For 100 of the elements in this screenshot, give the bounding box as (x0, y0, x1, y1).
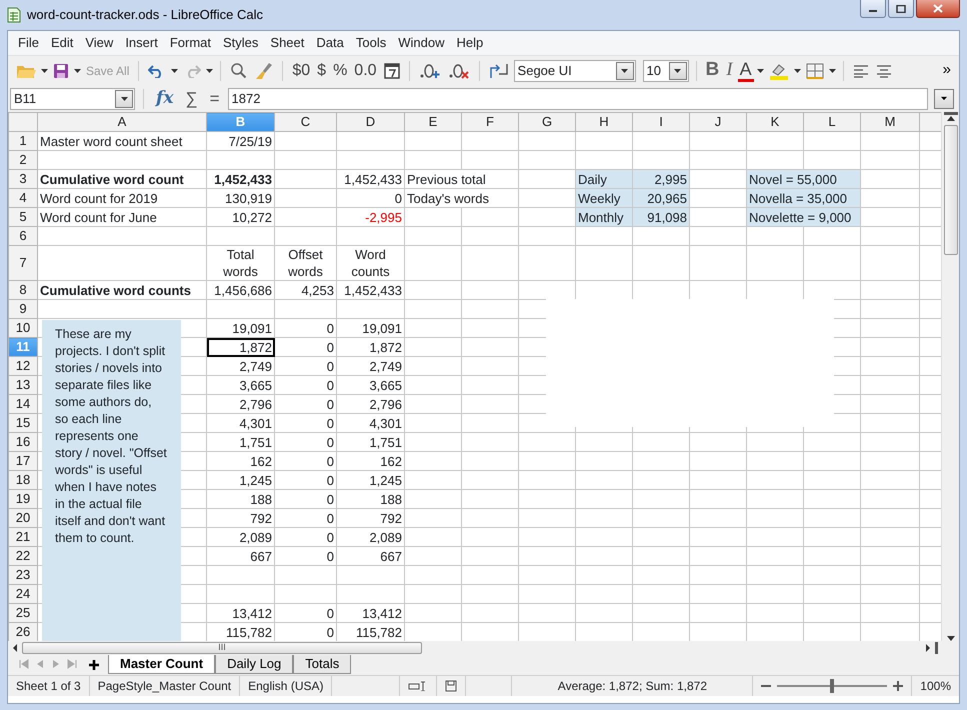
column-header[interactable]: I (632, 112, 690, 132)
row-header[interactable]: 26 (8, 622, 38, 641)
menu-item[interactable]: Sheet (264, 33, 310, 53)
table-cell[interactable]: 20,965 (632, 188, 690, 208)
row-header[interactable]: 3 (8, 170, 38, 188)
table-cell[interactable]: 0 (274, 470, 336, 490)
row-header[interactable]: 20 (8, 508, 38, 528)
scrollbar-thumb[interactable] (944, 125, 958, 255)
table-cell[interactable]: 130,919 (206, 188, 274, 208)
table-cell[interactable]: 1,872 (206, 338, 274, 356)
number-format-button[interactable]: $0 (290, 58, 312, 82)
italic-button[interactable]: I (724, 58, 735, 82)
add-sheet-icon[interactable] (88, 659, 100, 671)
number-format-button[interactable]: 0.0 (352, 58, 379, 82)
table-cell[interactable]: 4,301 (336, 414, 404, 432)
table-cell[interactable]: Novel = 55,000 (746, 170, 860, 188)
caret-icon[interactable] (171, 68, 178, 72)
table-cell[interactable]: Word counts (336, 246, 404, 280)
caret-icon[interactable] (828, 68, 836, 72)
table-cell[interactable]: 2,995 (632, 170, 690, 188)
table-cell[interactable]: -2,995 (336, 208, 404, 226)
caret-icon[interactable] (41, 68, 48, 72)
table-cell[interactable]: 2,749 (206, 356, 274, 376)
scrollbar-thumb[interactable]: III (22, 642, 422, 654)
table-cell[interactable]: 1,452,433 (336, 280, 404, 300)
table-cell[interactable]: 188 (206, 490, 274, 508)
table-cell[interactable]: 7/25/19 (206, 132, 274, 150)
menu-item[interactable]: File (12, 33, 45, 53)
table-cell[interactable]: 792 (206, 508, 274, 528)
row-header[interactable]: 5 (8, 208, 38, 226)
row-header[interactable]: 22 (8, 546, 38, 566)
table-cell[interactable]: 0 (274, 338, 336, 356)
table-cell[interactable]: 0 (274, 394, 336, 414)
menu-item[interactable]: View (79, 33, 120, 53)
table-cell[interactable]: 667 (336, 546, 404, 566)
number-format-button[interactable]: $ (315, 58, 328, 82)
split-handle-icon[interactable] (944, 112, 958, 116)
table-cell[interactable]: 1,245 (336, 470, 404, 490)
table-cell[interactable]: 1,245 (206, 470, 274, 490)
table-cell[interactable]: 0 (274, 432, 336, 452)
table-cell[interactable]: 4,301 (206, 414, 274, 432)
table-cell[interactable]: 4,253 (274, 280, 336, 300)
row-header[interactable]: 7 (8, 246, 38, 280)
close-button[interactable] (916, 0, 960, 18)
row-header[interactable]: 21 (8, 528, 38, 546)
table-cell[interactable]: 0 (274, 490, 336, 508)
column-header[interactable]: D (336, 112, 404, 132)
minimize-button[interactable] (860, 0, 886, 18)
table-cell[interactable]: Previous total (404, 170, 518, 188)
column-header[interactable]: A (38, 112, 206, 132)
menu-item[interactable]: Window (392, 33, 450, 53)
table-cell[interactable]: 3,665 (336, 376, 404, 394)
table-cell[interactable]: 0 (274, 414, 336, 432)
column-header[interactable]: K (746, 112, 804, 132)
row-header[interactable]: 25 (8, 604, 38, 622)
row-header[interactable]: 14 (8, 394, 38, 414)
column-header[interactable]: G (518, 112, 576, 132)
row-header[interactable]: 16 (8, 432, 38, 452)
bold-button[interactable]: B (704, 58, 722, 82)
caret-icon[interactable] (794, 68, 801, 72)
sheet-tab[interactable]: Master Count (108, 655, 216, 674)
table-cell[interactable]: Daily (576, 170, 632, 188)
row-header[interactable]: 8 (8, 280, 38, 300)
row-header[interactable]: 13 (8, 376, 38, 394)
row-header[interactable]: 23 (8, 566, 38, 584)
table-cell[interactable]: 3,665 (206, 376, 274, 394)
row-header[interactable]: 6 (8, 226, 38, 246)
table-cell[interactable]: Cumulative word counts (38, 280, 206, 300)
table-cell[interactable]: 91,098 (632, 208, 690, 226)
table-cell[interactable]: 0 (336, 188, 404, 208)
table-cell[interactable]: 1,452,433 (206, 170, 274, 188)
table-cell[interactable]: 13,412 (206, 604, 274, 622)
row-header[interactable]: 4 (8, 188, 38, 208)
table-cell[interactable]: Monthly (576, 208, 632, 226)
toolbar-overflow-button[interactable]: » (940, 58, 953, 82)
table-cell[interactable]: Master word count sheet (38, 132, 206, 150)
table-cell[interactable]: 2,749 (336, 356, 404, 376)
table-cell[interactable]: 0 (274, 604, 336, 622)
number-format-button[interactable]: % (331, 58, 350, 82)
column-header[interactable]: J (690, 112, 746, 132)
table-cell[interactable]: 188 (336, 490, 404, 508)
table-cell[interactable]: 792 (336, 508, 404, 528)
table-cell[interactable]: 1,872 (336, 338, 404, 356)
row-header[interactable]: 12 (8, 356, 38, 376)
table-cell[interactable]: 667 (206, 546, 274, 566)
table-cell[interactable]: Today's words (404, 188, 518, 208)
menu-item[interactable]: Insert (119, 33, 164, 53)
table-cell[interactable]: 10,272 (206, 208, 274, 226)
row-header[interactable]: 18 (8, 470, 38, 490)
maximize-button[interactable] (888, 0, 914, 18)
table-cell[interactable]: 0 (274, 318, 336, 338)
table-cell[interactable]: 0 (274, 546, 336, 566)
function-wizard-button[interactable]: fx (152, 86, 178, 110)
table-cell[interactable]: Offset words (274, 246, 336, 280)
table-cell[interactable]: 162 (336, 452, 404, 470)
menu-item[interactable]: Tools (350, 33, 392, 53)
sum-button[interactable]: ∑ (181, 86, 202, 110)
table-cell[interactable]: 0 (274, 356, 336, 376)
formula-button[interactable]: = (206, 86, 224, 110)
table-cell[interactable]: 2,796 (206, 394, 274, 414)
